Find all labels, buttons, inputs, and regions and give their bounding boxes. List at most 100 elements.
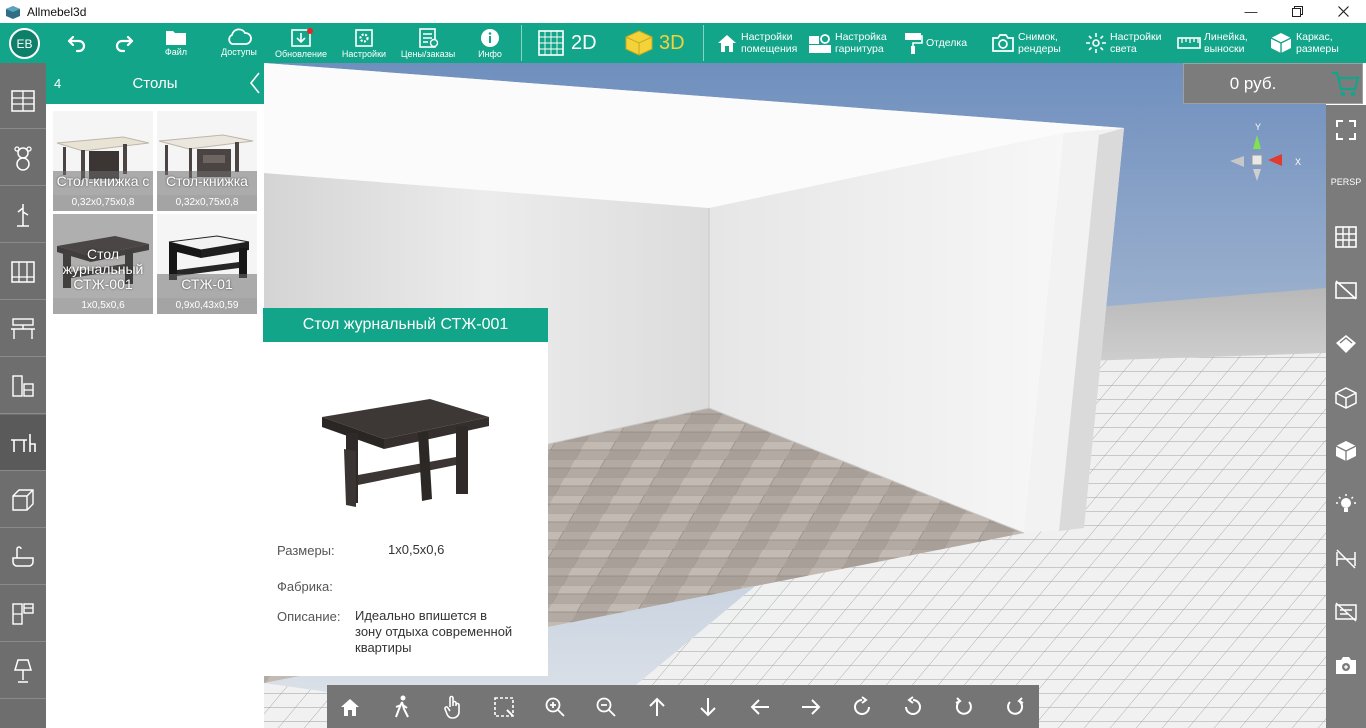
sidebar-item-modules[interactable] xyxy=(0,358,46,414)
home-view-button[interactable] xyxy=(336,693,364,721)
undo-button[interactable] xyxy=(62,23,90,63)
right-view-sidebar: PERSP xyxy=(1326,105,1366,728)
restore-button[interactable] xyxy=(1274,0,1320,23)
sidebar-item-more[interactable] xyxy=(0,700,46,728)
card-size: 0,9х0,43х0,59 xyxy=(175,300,239,311)
info-button[interactable]: Инфо xyxy=(474,23,506,63)
minimize-button[interactable]: — xyxy=(1228,0,1274,23)
pan-mode-button[interactable] xyxy=(439,693,467,721)
sidebar-item-storage[interactable] xyxy=(0,586,46,642)
card-size: 0,32х0,75х0,8 xyxy=(71,197,135,208)
walk-mode-button[interactable] xyxy=(388,693,416,721)
desk-icon xyxy=(11,317,35,339)
view-2d-button[interactable]: 2D xyxy=(537,23,597,63)
frame-dimensions-label-1: Каркас, xyxy=(1296,31,1333,43)
move-up-button[interactable] xyxy=(643,693,671,721)
sidebar-item-3d-objects[interactable] xyxy=(0,472,46,528)
sidebar-item-office[interactable] xyxy=(0,301,46,357)
frame-dimensions-button[interactable]: Каркас, размеры xyxy=(1269,23,1339,63)
factory-label: Фабрика: xyxy=(277,579,333,594)
toolbar-divider xyxy=(703,25,704,61)
paint-roller-icon xyxy=(905,33,923,54)
product-preview-image xyxy=(322,399,489,507)
undo-icon xyxy=(67,35,86,53)
house-icon xyxy=(718,35,736,52)
move-right-button[interactable] xyxy=(797,693,825,721)
move-left-button[interactable] xyxy=(746,693,774,721)
window-title: Allmebel3d xyxy=(27,4,87,19)
screenshot-button[interactable] xyxy=(1326,645,1366,685)
grid-icon xyxy=(1335,226,1357,248)
fullscreen-button[interactable] xyxy=(1326,110,1366,150)
card-title: СТЖ-01 xyxy=(181,276,233,292)
catalog-card[interactable]: Стол-книжка 0,32х0,75х0,8 xyxy=(157,111,257,211)
axis-gizmo-icon[interactable]: Y X xyxy=(1226,121,1306,191)
hide-labels-button[interactable] xyxy=(1326,592,1366,632)
sidebar-item-lighting[interactable] xyxy=(0,643,46,699)
hide-dimensions-button[interactable] xyxy=(1326,539,1366,579)
modules-icon xyxy=(12,374,34,397)
description-value: Идеально впишется в зону отдыха современ… xyxy=(355,608,513,655)
chevron-left-icon[interactable] xyxy=(248,71,262,95)
close-button[interactable] xyxy=(1320,0,1366,23)
toolbar-divider xyxy=(521,25,522,61)
sidebar-item-kids[interactable] xyxy=(0,130,46,186)
sidebar-item-wardrobes[interactable] xyxy=(0,244,46,300)
furniture-set-label-2: гарнитура xyxy=(835,43,884,55)
snapshot-label-1: Снимок, xyxy=(1018,31,1058,43)
move-down-button[interactable] xyxy=(694,693,722,721)
settings-button[interactable]: Настройки xyxy=(340,23,388,63)
plan-grid-icon xyxy=(538,30,564,56)
orbit-right-button[interactable] xyxy=(848,693,876,721)
tilt-right-button[interactable] xyxy=(1001,693,1029,721)
catalog-card[interactable]: СТЖ-01 0,9х0,43х0,59 xyxy=(157,214,257,314)
card-size: 1х0,5х0,6 xyxy=(81,300,125,311)
light-toggle-button[interactable] xyxy=(1326,485,1366,525)
update-label: Обновление xyxy=(275,49,327,59)
wire-cube-icon xyxy=(1335,387,1357,409)
info-label: Инфо xyxy=(478,49,502,59)
prices-orders-button[interactable]: Цены/заказы xyxy=(397,23,459,63)
room-settings-button[interactable]: Настройки помещения xyxy=(716,23,797,63)
finishing-button[interactable]: Отделка xyxy=(903,23,967,63)
textures-button[interactable] xyxy=(1326,324,1366,364)
sidebar-item-hallway[interactable] xyxy=(0,187,46,243)
settings-label: Настройки xyxy=(341,49,387,59)
grid-toggle-button[interactable] xyxy=(1326,217,1366,257)
perspective-toggle[interactable]: PERSP xyxy=(1326,162,1366,202)
hide-walls-button[interactable] xyxy=(1326,270,1366,310)
rotate-cw-icon xyxy=(854,696,870,715)
zoom-out-button[interactable] xyxy=(592,693,620,721)
file-label: Файл xyxy=(164,47,188,57)
tilt-left-button[interactable] xyxy=(950,693,978,721)
access-button[interactable]: Доступы xyxy=(214,23,264,63)
frame-icon xyxy=(11,716,35,728)
snapshot-button[interactable]: Снимок, рендеры xyxy=(991,23,1061,63)
light-settings-button[interactable]: Настройки света xyxy=(1085,23,1162,63)
room-settings-label-2: помещения xyxy=(741,43,798,55)
orbit-left-button[interactable] xyxy=(899,693,927,721)
prices-icon xyxy=(419,28,439,48)
app-logo-icon xyxy=(6,5,20,19)
sidebar-item-cabinets[interactable] xyxy=(0,73,46,129)
catalog-card-selected[interactable]: Стол журнальный СТЖ-001 1х0,5х0,6 xyxy=(53,214,153,314)
solid-view-button[interactable] xyxy=(1326,431,1366,471)
file-button[interactable]: Файл xyxy=(155,23,197,63)
view-3d-button[interactable]: 3D xyxy=(624,23,685,63)
update-button[interactable]: Обновление xyxy=(274,23,328,63)
ruler-button[interactable]: Линейка, выноски xyxy=(1177,23,1248,63)
zoom-in-button[interactable] xyxy=(541,693,569,721)
tilt-cw-icon xyxy=(1007,697,1024,715)
camera-add-icon xyxy=(1336,657,1356,674)
catalog-card[interactable]: Стол-книжка с 0,32х0,75х0,8 xyxy=(53,111,153,211)
sidebar-item-bathroom[interactable] xyxy=(0,529,46,585)
user-avatar[interactable]: ЕВ xyxy=(9,28,40,59)
wireframe-button[interactable] xyxy=(1326,378,1366,418)
redo-button[interactable] xyxy=(111,23,139,63)
cart-icon[interactable] xyxy=(1330,69,1360,99)
furniture-set-button[interactable]: Настройка гарнитура xyxy=(808,23,887,63)
select-area-button[interactable] xyxy=(490,693,518,721)
arrow-left-icon xyxy=(750,699,769,715)
sidebar-item-tables[interactable] xyxy=(0,415,46,471)
catalog-header: 4 Столы xyxy=(46,63,264,104)
